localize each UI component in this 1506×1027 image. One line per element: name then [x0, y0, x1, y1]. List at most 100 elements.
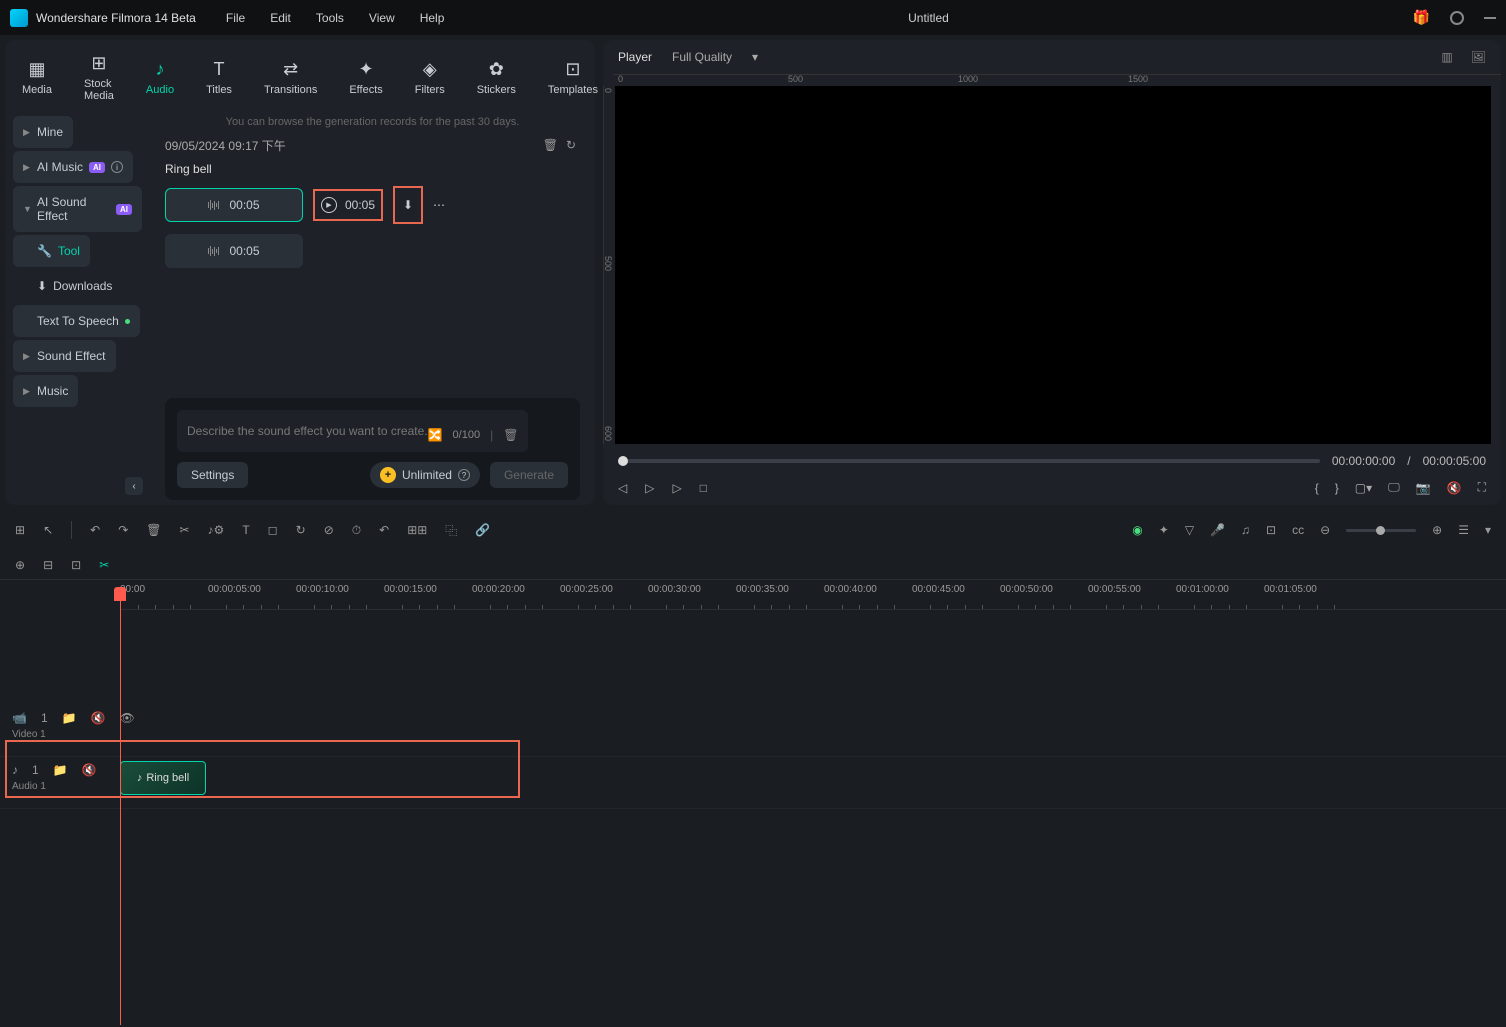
music-tool-icon[interactable]: ♫ [1241, 523, 1250, 537]
tab-transitions[interactable]: ⇄Transitions [262, 48, 319, 106]
collapse-sidebar-button[interactable]: ‹ [125, 477, 143, 495]
timeline-audio-clip[interactable]: ♪ Ring bell [120, 761, 206, 795]
video-track-body[interactable] [120, 705, 1506, 756]
redo-button[interactable]: ↷ [118, 523, 128, 537]
link-tracks-icon[interactable]: ⊟ [43, 558, 53, 572]
sidebar-item-ai-music[interactable]: ▶AI MusicAIi [13, 151, 133, 183]
zoom-knob[interactable] [1376, 526, 1385, 535]
player-tab[interactable]: Player [618, 50, 652, 64]
tab-audio[interactable]: ♪Audio [144, 48, 176, 106]
audio-clip-1[interactable]: 00:05 [165, 188, 303, 222]
clear-prompt-button[interactable]: 🗑 [503, 428, 518, 442]
tab-filters[interactable]: ◈Filters [413, 48, 447, 106]
mute-icon[interactable]: 🔇 [91, 711, 106, 725]
compare-view-icon[interactable]: ▥ [1441, 50, 1452, 64]
speed-icon[interactable]: ⊘ [324, 523, 334, 537]
settings-button[interactable]: Settings [177, 462, 248, 488]
cut-button[interactable]: ✂ [179, 523, 189, 537]
menu-view[interactable]: View [369, 11, 395, 25]
quality-dropdown[interactable]: Full Quality ▾ [672, 50, 758, 64]
sidebar-item-mine[interactable]: ▶Mine [13, 116, 73, 148]
audio-adjust-icon[interactable]: ♪⚙ [208, 523, 225, 537]
magnet-icon[interactable]: ⊡ [71, 558, 81, 572]
unlimited-badge[interactable]: + Unlimited ? [370, 462, 480, 488]
pointer-icon[interactable]: ↖ [43, 523, 53, 537]
grid-icon[interactable]: ⊞ [15, 523, 25, 537]
tab-effects[interactable]: ✦Effects [347, 48, 384, 106]
sidebar-item-downloads[interactable]: ⬇Downloads [13, 270, 122, 302]
cc-icon[interactable]: cc [1292, 523, 1304, 537]
preview-canvas[interactable] [615, 86, 1491, 444]
folder-icon[interactable]: 📁 [62, 711, 77, 725]
tab-stock-media[interactable]: ⊞Stock Media [82, 48, 116, 106]
download-clip-button[interactable]: ⬇ [403, 198, 413, 212]
snapshot-icon[interactable]: 🖼 [1471, 50, 1486, 64]
mic-icon[interactable]: 🎤 [1210, 523, 1225, 537]
tab-media[interactable]: ▦Media [20, 48, 54, 106]
group-icon[interactable]: ⊞⊞ [407, 523, 427, 537]
sidebar-item-ai-sound-effect[interactable]: ▼AI Sound EffectAI [13, 186, 142, 232]
sidebar-item-music[interactable]: ▶Music [13, 375, 78, 407]
regenerate-button[interactable]: ↻ [562, 134, 580, 156]
menu-tools[interactable]: Tools [316, 11, 344, 25]
list-view-icon[interactable]: ☰ [1458, 523, 1469, 537]
sidebar-item-text-to-speech[interactable]: Text To Speech [13, 305, 140, 337]
more-options-button[interactable]: ⋯ [433, 198, 445, 212]
add-track-icon[interactable]: ⊕ [15, 558, 25, 572]
folder-icon[interactable]: 📁 [53, 763, 68, 777]
zoom-out-button[interactable]: ⊖ [1320, 523, 1330, 537]
dropdown-icon[interactable]: ▾ [1485, 523, 1491, 537]
play-button[interactable]: ▶ [321, 197, 337, 213]
copy-icon[interactable]: ⿻ [445, 522, 457, 539]
sidebar-item-sound-effect[interactable]: ▶Sound Effect [13, 340, 116, 372]
menu-file[interactable]: File [226, 11, 245, 25]
next-frame-button[interactable]: ▷ [672, 481, 681, 495]
play-button[interactable]: ▷ [645, 481, 654, 495]
minimize-icon[interactable] [1484, 17, 1496, 19]
menu-help[interactable]: Help [420, 11, 445, 25]
tab-titles[interactable]: TTitles [204, 48, 234, 106]
scrubber-knob[interactable] [618, 456, 628, 466]
display-icon[interactable]: 🖵 [1388, 480, 1400, 495]
zoom-in-button[interactable]: ⊕ [1432, 523, 1442, 537]
prev-frame-button[interactable]: ◁ [618, 481, 627, 495]
scrubber[interactable] [618, 459, 1320, 463]
timer-icon[interactable]: ⏱ [352, 523, 361, 538]
record-icon[interactable] [1450, 11, 1464, 25]
timeline-ruler[interactable]: 00:0000:00:05:0000:00:10:0000:00:15:0000… [120, 580, 1506, 610]
reverse-icon[interactable]: ↶ [379, 523, 389, 537]
crop-icon[interactable]: ◻ [268, 523, 278, 537]
volume-icon[interactable]: 🔇 [1447, 481, 1462, 495]
playhead[interactable] [120, 595, 121, 1025]
fullscreen-icon[interactable]: ⛶ [1478, 480, 1486, 495]
camera-icon[interactable]: 📷 [1416, 481, 1431, 495]
delete-generation-button[interactable]: 🗑 [539, 134, 562, 156]
link-icon[interactable]: 🔗 [475, 523, 490, 537]
delete-button[interactable]: 🗑 [146, 523, 161, 537]
text-tool-icon[interactable]: T [242, 523, 249, 537]
render-icon[interactable]: ⊡ [1266, 523, 1276, 537]
auto-icon[interactable]: ◉ [1132, 523, 1142, 537]
audio-track-body[interactable]: ♪ Ring bell [120, 757, 1506, 808]
zoom-slider[interactable] [1346, 529, 1416, 532]
undo-button[interactable]: ↶ [90, 523, 100, 537]
sparkle-icon[interactable]: ✦ [1159, 523, 1169, 537]
prompt-input[interactable]: Describe the sound effect you want to cr… [177, 410, 528, 452]
shuffle-icon[interactable]: 🔀 [428, 428, 443, 442]
aspect-dropdown[interactable]: ▢▾ [1355, 481, 1372, 495]
sidebar-item-tool[interactable]: 🔧Tool [13, 235, 90, 267]
gift-icon[interactable]: 🎁 [1413, 9, 1430, 26]
generate-button[interactable]: Generate [490, 462, 568, 488]
mark-in-button[interactable]: { [1315, 481, 1319, 495]
mark-out-button[interactable]: } [1335, 481, 1339, 495]
tab-stickers[interactable]: ✿Stickers [475, 48, 518, 106]
ruler-tick: 00:00:45:00 [912, 584, 965, 595]
rotate-icon[interactable]: ↻ [296, 523, 306, 537]
menu-edit[interactable]: Edit [270, 11, 291, 25]
stop-button[interactable]: □ [700, 481, 707, 495]
marker-icon[interactable]: ▽ [1185, 523, 1194, 537]
audio-clip-2[interactable]: 00:05 [165, 234, 303, 268]
tab-templates[interactable]: ⊡Templates [546, 48, 600, 106]
snap-icon[interactable]: ✂ [99, 558, 109, 572]
mute-icon[interactable]: 🔇 [82, 763, 97, 777]
